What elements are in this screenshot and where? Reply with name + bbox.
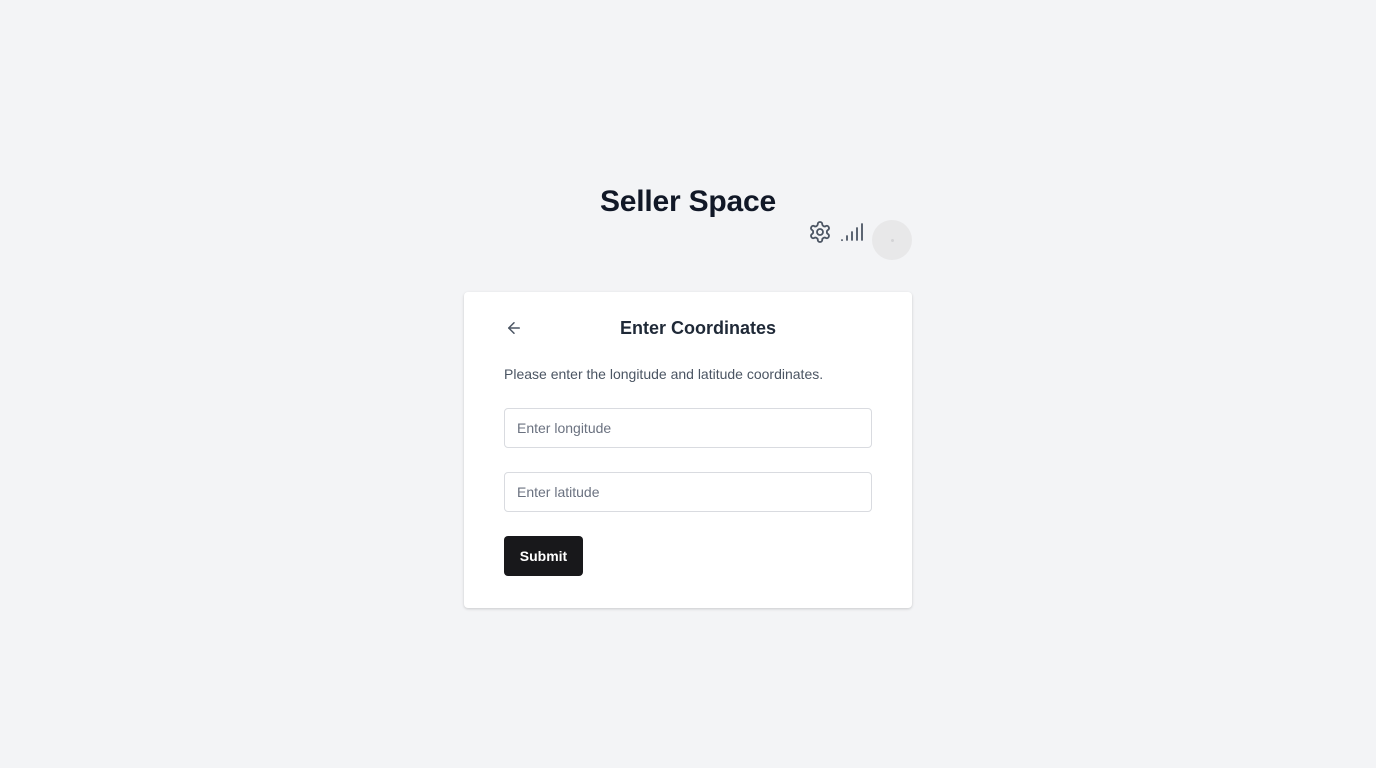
avatar[interactable] xyxy=(872,220,912,260)
latitude-input[interactable] xyxy=(504,472,872,512)
page: Seller Space Enter Coordinates Please en… xyxy=(0,0,1376,768)
longitude-input[interactable] xyxy=(504,408,872,448)
avatar-placeholder xyxy=(890,238,894,242)
submit-button[interactable]: Submit xyxy=(504,536,583,576)
coordinates-card: Enter Coordinates Please enter the longi… xyxy=(464,292,912,608)
card-title: Enter Coordinates xyxy=(619,318,777,338)
header-toolbar xyxy=(806,220,914,260)
card-description: Please enter the longitude and latitude … xyxy=(504,366,824,382)
signal-icon[interactable] xyxy=(838,220,866,244)
app-title: Seller Space xyxy=(599,185,777,218)
gear-icon[interactable] xyxy=(806,220,834,244)
